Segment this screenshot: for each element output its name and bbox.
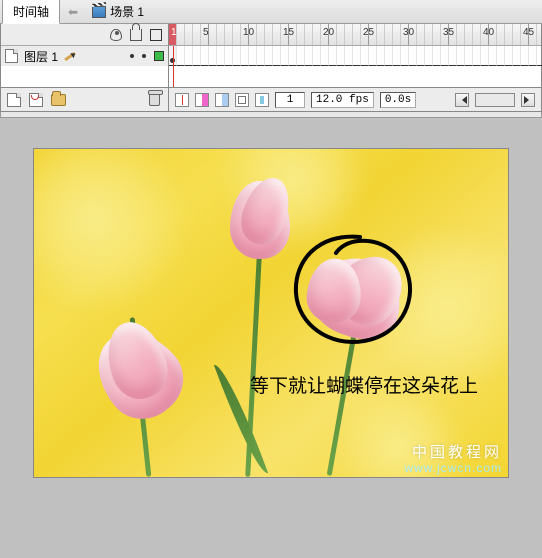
timeline-scrollbar[interactable] — [475, 93, 515, 107]
frame-cell[interactable] — [233, 46, 241, 66]
visibility-icon[interactable] — [110, 29, 122, 41]
frame-cell[interactable] — [249, 46, 257, 66]
frame-cell[interactable] — [409, 46, 417, 66]
frame-cell[interactable] — [241, 46, 249, 66]
frame-ruler[interactable]: 1 51015202530354045 — [169, 24, 541, 46]
onion-outline-icon[interactable] — [215, 93, 229, 107]
frame-cell[interactable] — [529, 46, 537, 66]
frame-cell[interactable] — [209, 46, 217, 66]
frame-cell[interactable] — [345, 46, 353, 66]
layers-header — [1, 24, 168, 46]
frame-cell[interactable] — [505, 46, 513, 66]
frame-cell[interactable] — [393, 46, 401, 66]
new-layer-icon[interactable] — [7, 93, 21, 107]
visible-dot[interactable] — [130, 54, 134, 58]
frame-cell[interactable] — [513, 46, 521, 66]
frame-cell[interactable] — [313, 46, 321, 66]
edit-multiple-icon[interactable] — [235, 93, 249, 107]
frame-cell[interactable] — [257, 46, 265, 66]
frame-cell[interactable] — [425, 46, 433, 66]
frame-cell[interactable] — [297, 46, 305, 66]
layer-color-swatch[interactable] — [154, 51, 164, 61]
tulip-left — [80, 314, 198, 433]
frame-cell[interactable] — [353, 46, 361, 66]
layers-panel: 图层 1 — [1, 24, 169, 87]
frame-cell[interactable] — [305, 46, 313, 66]
lock-icon[interactable] — [130, 29, 142, 41]
stage-canvas[interactable]: 等下就让蝴蝶停在这朵花上 中国教程网 www.jcwcn.com — [33, 148, 509, 478]
modify-markers-icon[interactable] — [255, 93, 269, 107]
delete-layer-icon[interactable] — [149, 93, 160, 106]
frame-cell[interactable] — [441, 46, 449, 66]
frame-cell[interactable] — [377, 46, 385, 66]
pencil-icon — [64, 51, 76, 60]
frame-cell[interactable] — [481, 46, 489, 66]
frame-cell[interactable] — [361, 46, 369, 66]
locked-dot[interactable] — [142, 54, 146, 58]
back-button[interactable]: ⬅ — [60, 5, 86, 19]
tab-scene-1[interactable]: 场景 1 — [86, 3, 150, 20]
frame-cell[interactable] — [225, 46, 233, 66]
frame-cell[interactable] — [273, 46, 281, 66]
layer-name: 图层 1 — [24, 48, 58, 65]
layers-empty-area — [1, 66, 168, 87]
frame-cell[interactable] — [321, 46, 329, 66]
elapsed-display: 0.0s — [380, 92, 416, 108]
tulip-center — [230, 181, 290, 259]
annotation-text: 等下就让蝴蝶停在这朵花上 — [250, 371, 478, 398]
watermark: 中国教程网 www.jcwcn.com — [404, 445, 502, 475]
frame-cell[interactable] — [457, 46, 465, 66]
timeline-scroll-right[interactable] — [521, 93, 535, 107]
frame-cell[interactable] — [185, 46, 193, 66]
layer-tools — [1, 88, 169, 111]
frame-cell[interactable] — [433, 46, 441, 66]
frame-cell[interactable] — [465, 46, 473, 66]
timeline-panel: 1 51015202530354045 — [169, 24, 541, 87]
frame-cell[interactable] — [337, 46, 345, 66]
frame-cell[interactable] — [177, 46, 185, 66]
frame-cell[interactable] — [289, 46, 297, 66]
frame-cell[interactable] — [521, 46, 529, 66]
frame-cell[interactable] — [217, 46, 225, 66]
onion-skin-icon[interactable] — [195, 93, 209, 107]
playhead-line — [173, 46, 174, 87]
new-motion-guide-icon[interactable] — [29, 93, 43, 107]
layer-row-1[interactable]: 图层 1 — [1, 46, 168, 66]
frame-track[interactable] — [169, 46, 541, 87]
frame-cell[interactable] — [329, 46, 337, 66]
center-frame-icon[interactable] — [175, 93, 189, 107]
frame-cell[interactable] — [417, 46, 425, 66]
timeline-scroll-left[interactable] — [455, 93, 469, 107]
scene-label: 场景 1 — [110, 3, 144, 20]
timeline-status: 1 12.0 fps 0.0s — [169, 88, 541, 111]
frame-cell[interactable] — [193, 46, 201, 66]
layer-icon — [5, 49, 18, 63]
frame-cell[interactable] — [449, 46, 457, 66]
frame-cell[interactable] — [537, 46, 542, 66]
frame-cell[interactable] — [489, 46, 497, 66]
stage-area: 等下就让蝴蝶停在这朵花上 中国教程网 www.jcwcn.com — [0, 118, 542, 478]
frame-cell[interactable] — [401, 46, 409, 66]
new-folder-icon[interactable] — [51, 94, 66, 106]
frame-cell[interactable] — [201, 46, 209, 66]
frame-cell[interactable] — [369, 46, 377, 66]
frame-cell[interactable] — [281, 46, 289, 66]
frame-cell[interactable] — [385, 46, 393, 66]
clapboard-icon — [92, 6, 106, 18]
tab-timeline[interactable]: 时间轴 — [2, 0, 60, 24]
current-frame-display: 1 — [275, 92, 305, 108]
frame-cell[interactable] — [265, 46, 273, 66]
frame-cell[interactable] — [473, 46, 481, 66]
hand-drawn-circle — [288, 231, 418, 349]
outline-toggle-icon[interactable] — [150, 29, 162, 41]
frame-cell[interactable] — [497, 46, 505, 66]
top-tab-bar: 时间轴 ⬅ 场景 1 — [0, 0, 542, 24]
fps-display: 12.0 fps — [311, 92, 374, 108]
